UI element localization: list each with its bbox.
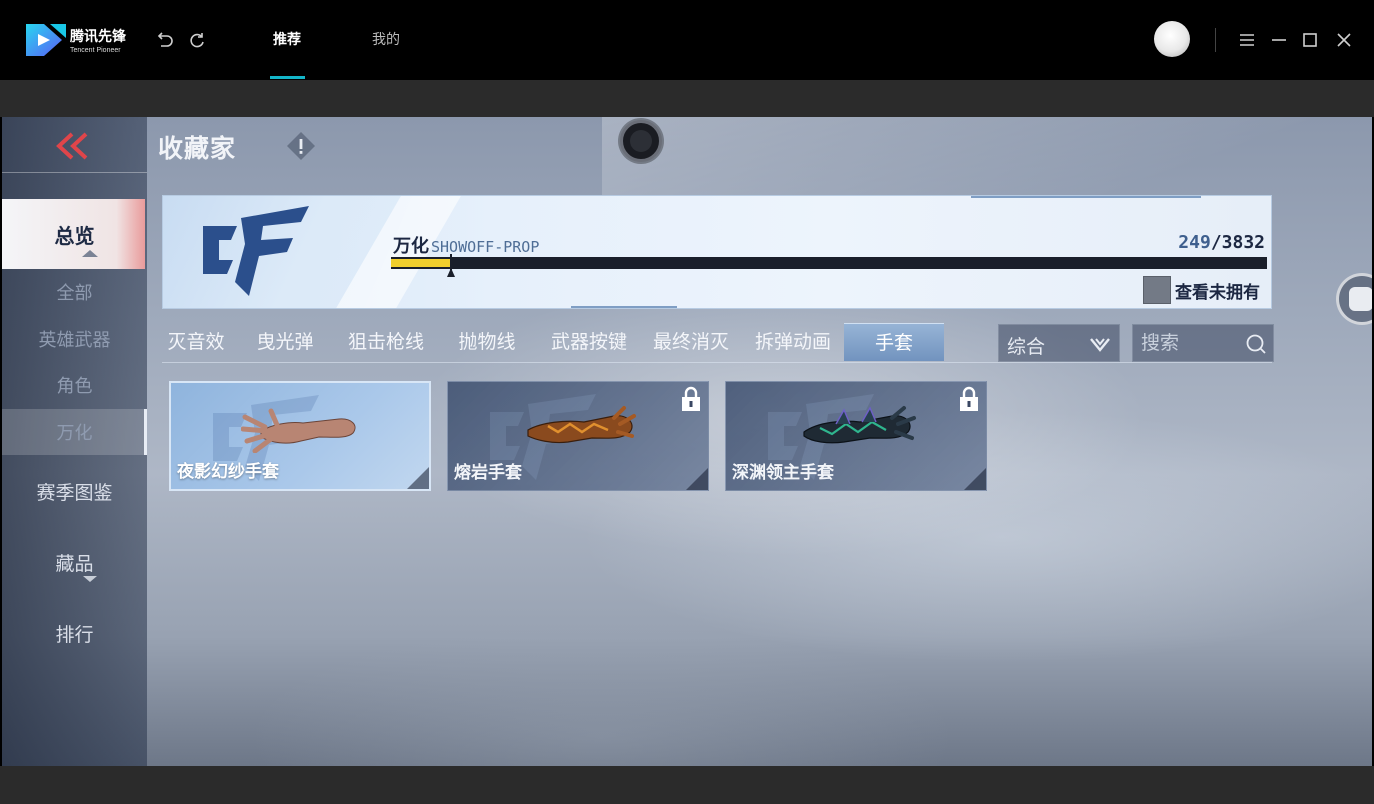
banner-accent-top (971, 196, 1201, 198)
bottom-strip (0, 766, 1374, 804)
chevron-down-icon (1090, 338, 1110, 352)
item-card[interactable]: 夜影幻纱手套 (169, 381, 431, 491)
tab-defuse-animation[interactable]: 拆弹动画 (750, 323, 836, 361)
collapse-up-icon (82, 250, 98, 257)
card-corner (407, 467, 429, 489)
sort-select-value: 综合 (1007, 336, 1046, 358)
sidebar-subitem-all[interactable]: 全部 (2, 279, 147, 305)
glove-lava-icon (527, 406, 636, 444)
search-box[interactable] (1132, 324, 1274, 362)
sidebar-subitem-character[interactable]: 角色 (2, 372, 147, 398)
view-unowned-label[interactable]: 查看未拥有 (1175, 278, 1260, 303)
maximize-icon[interactable] (1300, 30, 1320, 50)
item-card[interactable]: 熔岩手套 (447, 381, 709, 491)
collection-progress-fill (391, 259, 451, 267)
title-bar: 腾讯先锋 Tencent Pioneer 推荐 我的 (0, 0, 1374, 80)
titlebar-divider (1215, 28, 1216, 52)
back-button[interactable] (2, 117, 147, 173)
search-input[interactable] (1133, 325, 1243, 361)
logo-text: 腾讯先锋 Tencent Pioneer (70, 26, 126, 54)
card-corner (964, 468, 986, 490)
collection-progress-bar (391, 257, 1267, 269)
progress-marker-icon (447, 268, 455, 277)
tab-silencer-effect[interactable]: 灭音效 (164, 323, 228, 361)
expand-down-icon (83, 576, 97, 582)
tab-parabola[interactable]: 抛物线 (454, 323, 520, 361)
avatar[interactable] (1154, 21, 1190, 57)
floating-side-button-icon (1349, 287, 1372, 311)
lock-icon (960, 386, 978, 411)
owned-count: 249 (1178, 232, 1211, 253)
tab-final-kill[interactable]: 最终消灭 (648, 323, 734, 361)
sidebar-item-ranking[interactable]: 排行 (2, 620, 147, 647)
banner-accent-bottom (571, 306, 677, 308)
sidebar-subitem-wanhua[interactable]: 万化 (2, 419, 147, 445)
sidebar-item-overview[interactable]: 总览 (2, 220, 147, 249)
refresh-icon[interactable] (187, 30, 207, 50)
close-icon[interactable] (1334, 30, 1354, 50)
minimize-icon[interactable] (1269, 30, 1289, 50)
card-corner (686, 468, 708, 490)
floating-side-button[interactable] (1336, 273, 1372, 325)
collection-count: 249/3832 (1178, 232, 1265, 253)
banner-label-cn: 万化 (393, 236, 429, 257)
tab-gloves[interactable]: 手套 (844, 323, 944, 361)
item-card[interactable]: 深渊领主手套 (725, 381, 987, 491)
page-title: 收藏家 (158, 134, 237, 163)
tab-sniper-line[interactable]: 狙击枪线 (343, 323, 429, 361)
search-icon[interactable] (1245, 333, 1267, 355)
collection-banner: 万化 SHOWOFF-PROP 249/3832 查看未拥有 (162, 195, 1272, 309)
banner-label: 万化 SHOWOFF-PROP (393, 232, 539, 258)
top-strip (0, 80, 1374, 117)
undo-icon[interactable] (155, 30, 175, 50)
item-name: 熔岩手套 (454, 463, 522, 483)
game-view: 总览 全部 英雄武器 角色 万化 赛季图鉴 藏品 排行 收藏家 万化 SHOWOF… (2, 117, 1372, 766)
tab-weapon-buttons[interactable]: 武器按键 (546, 323, 632, 361)
total-count: /3832 (1210, 232, 1265, 253)
sort-select[interactable]: 综合 (998, 324, 1120, 362)
lock-icon (682, 386, 700, 411)
tab-mine[interactable]: 我的 (372, 29, 400, 49)
sidebar-item-collection[interactable]: 藏品 (2, 549, 147, 576)
tencent-pioneer-logo-icon (26, 24, 66, 56)
cf-logo-icon (203, 206, 309, 296)
double-chevron-left-icon[interactable] (54, 131, 90, 161)
logo-cn: 腾讯先锋 (70, 29, 126, 45)
sidebar-item-season[interactable]: 赛季图鉴 (2, 478, 147, 505)
sidebar: 总览 全部 英雄武器 角色 万化 赛季图鉴 藏品 排行 (2, 117, 147, 766)
view-unowned-toggle[interactable]: 查看未拥有 (1143, 276, 1260, 304)
floating-camera-button[interactable] (620, 120, 662, 162)
logo-en: Tencent Pioneer (70, 47, 121, 54)
item-name: 深渊领主手套 (732, 463, 834, 483)
sidebar-subitem-hero-weapons[interactable]: 英雄武器 (2, 326, 147, 352)
glove-nightshadow-icon (241, 408, 356, 453)
tab-recommend[interactable]: 推荐 (273, 29, 301, 49)
tab-tracer[interactable]: 曳光弹 (252, 323, 318, 361)
info-icon[interactable] (286, 131, 316, 161)
item-name: 夜影幻纱手套 (177, 462, 279, 482)
glove-abyss-lord-icon (803, 406, 916, 444)
view-unowned-checkbox[interactable] (1143, 276, 1171, 304)
banner-label-en: SHOWOFF-PROP (431, 238, 540, 256)
active-tab-indicator (270, 76, 305, 79)
menu-icon[interactable] (1237, 30, 1257, 50)
